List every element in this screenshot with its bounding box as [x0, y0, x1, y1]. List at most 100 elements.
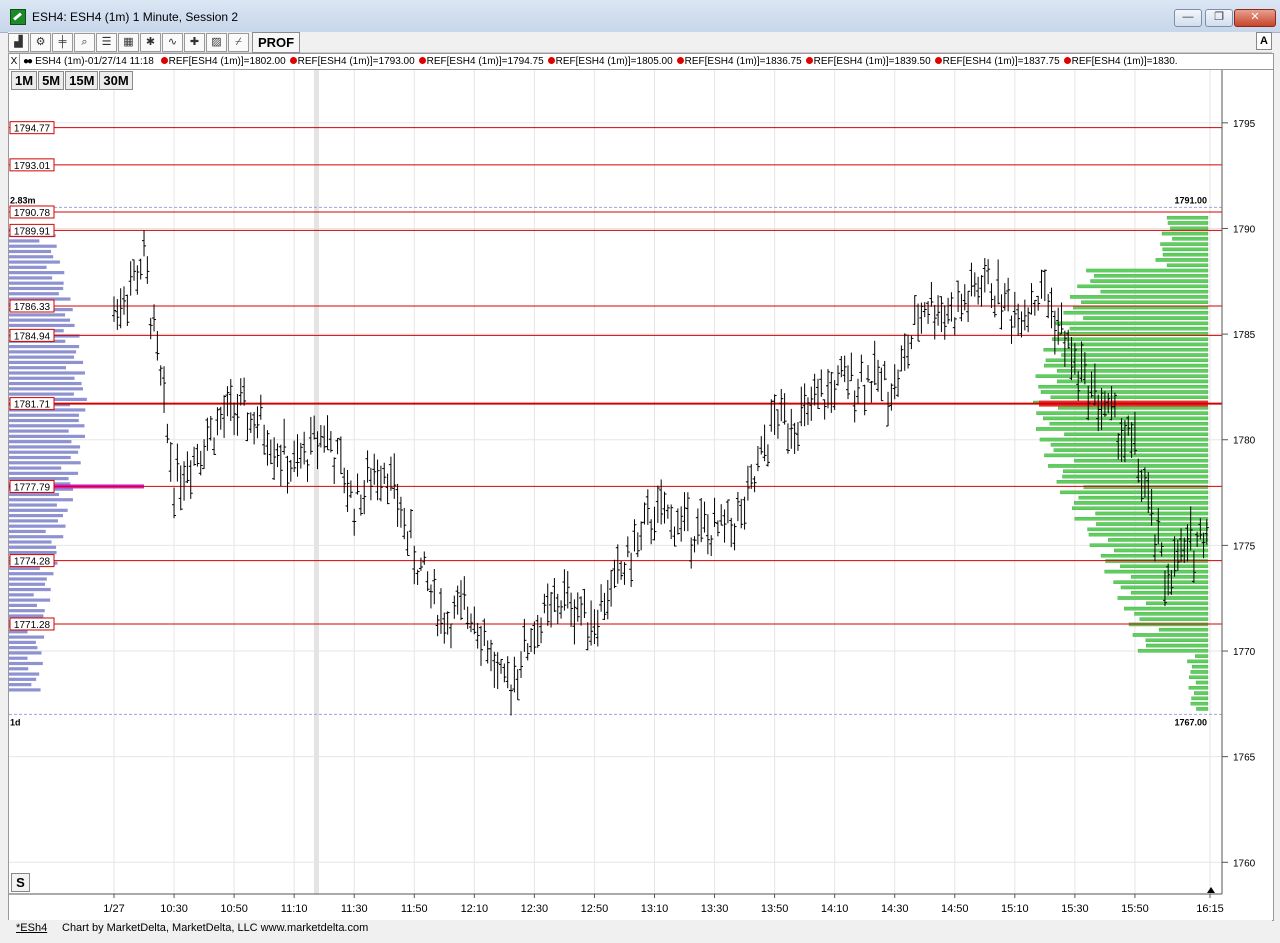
left-profile-bar: [9, 286, 64, 291]
left-profile-bar: [9, 635, 45, 639]
price-tick-label: 1770: [1233, 647, 1256, 658]
left-profile-bar: [9, 424, 85, 428]
right-profile-bar: [1074, 458, 1209, 463]
right-profile-bar: [1166, 215, 1209, 220]
timeframe-button-1m[interactable]: 1M: [11, 71, 38, 90]
prof-button[interactable]: PROF: [252, 32, 300, 53]
timeframe-button-30m[interactable]: 30M: [99, 71, 133, 90]
time-tick-label: 15:10: [1001, 903, 1029, 915]
close-button[interactable]: ✕: [1234, 9, 1276, 27]
right-profile-bar: [1158, 627, 1209, 632]
right-profile-bar: [1044, 453, 1209, 458]
minimize-button[interactable]: —: [1174, 9, 1202, 27]
chart-type-icon[interactable]: ▦: [118, 33, 139, 52]
right-profile-bar: [1043, 416, 1209, 421]
right-profile-bar: [1056, 369, 1209, 373]
right-profile-bar: [1039, 437, 1209, 442]
right-profile-bar: [1162, 252, 1209, 257]
reference-label: 1774.28: [14, 557, 51, 568]
time-tick-label: 14:50: [941, 903, 969, 915]
left-profile-bar: [9, 545, 57, 549]
time-tick-label: 1/27: [103, 903, 124, 915]
right-profile-bar: [1074, 501, 1209, 505]
right-profile-bar: [1038, 384, 1209, 389]
list-icon[interactable]: ☰: [96, 33, 117, 52]
right-profile-bar: [1130, 575, 1209, 579]
bar-style-icon[interactable]: ╪: [52, 33, 73, 52]
price-chart[interactable]: 1798.091794.771793.011790.781789.911786.…: [9, 70, 1273, 920]
left-profile-bar: [9, 260, 60, 264]
left-profile-bar: [9, 514, 63, 518]
indicator-icon[interactable]: ∿: [162, 33, 183, 52]
toolbar: ▟ ⚙ ╪ ⌕ ☰ ▦ ✱ ∿ ✚ ▨ ⌿ PROF A: [8, 32, 1272, 53]
right-profile-bar: [1051, 337, 1209, 341]
right-profile-bar: [1044, 363, 1209, 368]
left-profile-bar: [9, 434, 85, 438]
left-profile-bar: [9, 529, 46, 534]
a-button[interactable]: A: [1256, 32, 1272, 50]
time-tick-label: 10:50: [220, 903, 248, 915]
restore-button[interactable]: ❐: [1205, 9, 1233, 27]
ref-legend-item: REF[ESH4 (1m)]=1802.00: [157, 56, 286, 67]
time-tick-label: 15:50: [1121, 903, 1149, 915]
time-tick-label: 16:15: [1196, 903, 1224, 915]
app-icon: [10, 9, 26, 25]
chart-area[interactable]: 1798.091794.771793.011790.781789.911786.…: [8, 69, 1274, 921]
right-profile-bar: [1172, 237, 1209, 241]
right-profile-bar: [1191, 664, 1209, 669]
reference-label: 1777.79: [14, 482, 51, 493]
chart-tab[interactable]: *ESh4: [16, 920, 47, 936]
xyz-icon[interactable]: ⌿: [228, 33, 249, 52]
right-profile-bar: [1191, 696, 1209, 701]
price-tick-label: 1765: [1233, 753, 1256, 764]
left-profile-bar: [9, 440, 72, 444]
info-close-button[interactable]: X: [9, 54, 20, 69]
right-profile-bar: [1086, 268, 1209, 273]
alert-icon[interactable]: ✱: [140, 33, 161, 52]
left-profile-bar: [9, 661, 43, 666]
left-profile-bar: [9, 677, 37, 681]
right-profile-bar: [1069, 326, 1209, 331]
right-profile-bar: [1196, 707, 1209, 711]
window-title: ESH4: ESH4 (1m) 1 Minute, Session 2: [32, 10, 239, 24]
right-profile-bar: [1064, 432, 1209, 437]
scroll-icon[interactable]: S: [11, 873, 30, 892]
right-profile-bar: [1050, 443, 1209, 447]
left-profile-bar: [9, 477, 69, 481]
left-profile-bar: [9, 355, 75, 359]
timeframe-button-15m[interactable]: 15M: [65, 71, 99, 90]
left-profile-bar: [9, 471, 79, 475]
left-profile-bar: [9, 609, 45, 613]
draw-icon[interactable]: ▨: [206, 33, 227, 52]
price-tick-label: 1775: [1233, 541, 1256, 552]
chart-icon[interactable]: ▟: [8, 33, 29, 52]
right-profile-bar: [1063, 311, 1209, 315]
right-profile-bar: [1170, 226, 1209, 231]
left-profile-bar: [9, 614, 44, 618]
ref-legend-item: REF[ESH4 (1m)]=1830.: [1060, 56, 1178, 67]
right-profile-bar: [1195, 654, 1209, 658]
right-profile-bar: [1061, 353, 1209, 357]
timeframe-button-5m[interactable]: 5M: [38, 71, 65, 90]
left-profile-bar: [9, 593, 34, 597]
time-tick-label: 11:50: [401, 903, 428, 915]
settings-icon[interactable]: ⚙: [30, 33, 51, 52]
right-profile-bar: [1053, 448, 1209, 452]
right-profile-bar: [1060, 490, 1209, 495]
left-profile-bar: [9, 371, 85, 375]
tools-icon[interactable]: ✚: [184, 33, 205, 52]
window-titlebar: ESH4: ESH4 (1m) 1 Minute, Session 2 — ❐ …: [0, 0, 1280, 33]
right-profile-bar: [1139, 617, 1209, 621]
right-profile-bar: [1068, 342, 1209, 347]
left-profile-bar: [9, 598, 51, 602]
right-profile-bar: [1104, 569, 1209, 574]
current-time-marker: [1207, 887, 1215, 893]
zoom-icon[interactable]: ⌕: [74, 33, 95, 52]
right-profile-bar: [1048, 464, 1209, 468]
reference-label: 1790.78: [14, 208, 51, 219]
right-profile-bar: [1146, 601, 1209, 606]
right-profile-bar: [1083, 316, 1209, 320]
left-profile-bar: [9, 387, 83, 391]
range-high-label: 1791.00: [1174, 195, 1207, 205]
right-profile-bar: [1190, 670, 1209, 674]
